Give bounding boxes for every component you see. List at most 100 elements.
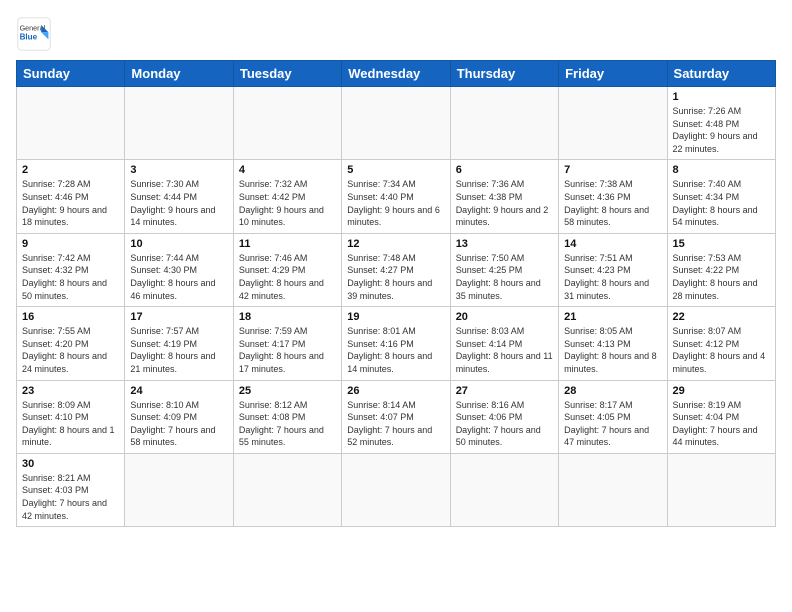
day-info: Sunrise: 8:01 AM Sunset: 4:16 PM Dayligh… — [347, 325, 444, 375]
calendar-week-row: 9 Sunrise: 7:42 AM Sunset: 4:32 PM Daylig… — [17, 233, 776, 306]
day-of-week-header: Thursday — [450, 61, 558, 87]
day-info: Sunrise: 7:38 AM Sunset: 4:36 PM Dayligh… — [564, 178, 661, 228]
calendar-cell: 6 Sunrise: 7:36 AM Sunset: 4:38 PM Daylig… — [450, 160, 558, 233]
calendar-cell: 22 Sunrise: 8:07 AM Sunset: 4:12 PM Dayli… — [667, 307, 775, 380]
calendar-week-row: 2 Sunrise: 7:28 AM Sunset: 4:46 PM Daylig… — [17, 160, 776, 233]
day-info: Sunrise: 7:28 AM Sunset: 4:46 PM Dayligh… — [22, 178, 119, 228]
calendar-cell: 17Sunrise: 7:57 AM Sunset: 4:19 PM Dayli… — [125, 307, 233, 380]
day-info: Sunrise: 7:42 AM Sunset: 4:32 PM Dayligh… — [22, 252, 119, 302]
day-info: Sunrise: 8:21 AM Sunset: 4:03 PM Dayligh… — [22, 472, 119, 522]
calendar-cell — [125, 453, 233, 526]
calendar-cell — [233, 453, 341, 526]
calendar-cell: 20 Sunrise: 8:03 AM Sunset: 4:14 PM Dayli… — [450, 307, 558, 380]
day-info: Sunrise: 7:36 AM Sunset: 4:38 PM Dayligh… — [456, 178, 553, 228]
calendar-cell — [342, 87, 450, 160]
calendar-cell: 9 Sunrise: 7:42 AM Sunset: 4:32 PM Daylig… — [17, 233, 125, 306]
day-info: Sunrise: 7:55 AM Sunset: 4:20 PM Dayligh… — [22, 325, 119, 375]
calendar-cell: 2 Sunrise: 7:28 AM Sunset: 4:46 PM Daylig… — [17, 160, 125, 233]
calendar-cell: 19Sunrise: 8:01 AM Sunset: 4:16 PM Dayli… — [342, 307, 450, 380]
calendar-week-row: 1 Sunrise: 7:26 AM Sunset: 4:48 PM Daylig… — [17, 87, 776, 160]
calendar-cell: 29Sunrise: 8:19 AM Sunset: 4:04 PM Dayli… — [667, 380, 775, 453]
calendar-cell: 27 Sunrise: 8:16 AM Sunset: 4:06 PM Dayli… — [450, 380, 558, 453]
day-info: Sunrise: 7:51 AM Sunset: 4:23 PM Dayligh… — [564, 252, 661, 302]
calendar-cell: 28 Sunrise: 8:17 AM Sunset: 4:05 PM Dayli… — [559, 380, 667, 453]
calendar-week-row: 16Sunrise: 7:55 AM Sunset: 4:20 PM Dayli… — [17, 307, 776, 380]
calendar-cell — [559, 453, 667, 526]
calendar-cell: 15Sunrise: 7:53 AM Sunset: 4:22 PM Dayli… — [667, 233, 775, 306]
calendar-cell: 4 Sunrise: 7:32 AM Sunset: 4:42 PM Daylig… — [233, 160, 341, 233]
day-number: 27 — [456, 385, 553, 397]
day-number: 12 — [347, 238, 444, 250]
day-number: 4 — [239, 164, 336, 176]
day-info: Sunrise: 7:48 AM Sunset: 4:27 PM Dayligh… — [347, 252, 444, 302]
day-info: Sunrise: 7:32 AM Sunset: 4:42 PM Dayligh… — [239, 178, 336, 228]
day-info: Sunrise: 8:07 AM Sunset: 4:12 PM Dayligh… — [673, 325, 770, 375]
day-of-week-header: Saturday — [667, 61, 775, 87]
calendar-cell: 26 Sunrise: 8:14 AM Sunset: 4:07 PM Dayli… — [342, 380, 450, 453]
day-info: Sunrise: 7:59 AM Sunset: 4:17 PM Dayligh… — [239, 325, 336, 375]
calendar-cell — [125, 87, 233, 160]
calendar-cell: 12 Sunrise: 7:48 AM Sunset: 4:27 PM Dayli… — [342, 233, 450, 306]
calendar-cell — [233, 87, 341, 160]
day-number: 17 — [130, 311, 227, 323]
calendar-cell: 18 Sunrise: 7:59 AM Sunset: 4:17 PM Dayli… — [233, 307, 341, 380]
day-number: 23 — [22, 385, 119, 397]
day-of-week-header: Sunday — [17, 61, 125, 87]
day-info: Sunrise: 7:50 AM Sunset: 4:25 PM Dayligh… — [456, 252, 553, 302]
day-of-week-header: Monday — [125, 61, 233, 87]
logo: General Blue — [16, 16, 56, 52]
day-number: 20 — [456, 311, 553, 323]
day-number: 26 — [347, 385, 444, 397]
day-number: 6 — [456, 164, 553, 176]
day-number: 29 — [673, 385, 770, 397]
day-number: 9 — [22, 238, 119, 250]
calendar-cell: 23 Sunrise: 8:09 AM Sunset: 4:10 PM Dayli… — [17, 380, 125, 453]
svg-text:Blue: Blue — [20, 32, 38, 41]
day-info: Sunrise: 8:12 AM Sunset: 4:08 PM Dayligh… — [239, 399, 336, 449]
day-info: Sunrise: 7:44 AM Sunset: 4:30 PM Dayligh… — [130, 252, 227, 302]
page-header: General Blue — [16, 16, 776, 52]
day-number: 30 — [22, 458, 119, 470]
day-info: Sunrise: 7:30 AM Sunset: 4:44 PM Dayligh… — [130, 178, 227, 228]
calendar-cell: 21 Sunrise: 8:05 AM Sunset: 4:13 PM Dayli… — [559, 307, 667, 380]
day-of-week-header: Wednesday — [342, 61, 450, 87]
day-info: Sunrise: 8:05 AM Sunset: 4:13 PM Dayligh… — [564, 325, 661, 375]
calendar-cell — [342, 453, 450, 526]
day-number: 2 — [22, 164, 119, 176]
day-info: Sunrise: 7:26 AM Sunset: 4:48 PM Dayligh… — [673, 105, 770, 155]
day-number: 3 — [130, 164, 227, 176]
day-info: Sunrise: 8:17 AM Sunset: 4:05 PM Dayligh… — [564, 399, 661, 449]
day-of-week-header: Friday — [559, 61, 667, 87]
calendar-cell — [450, 87, 558, 160]
day-number: 11 — [239, 238, 336, 250]
day-number: 8 — [673, 164, 770, 176]
day-info: Sunrise: 8:03 AM Sunset: 4:14 PM Dayligh… — [456, 325, 553, 375]
day-info: Sunrise: 7:53 AM Sunset: 4:22 PM Dayligh… — [673, 252, 770, 302]
day-number: 18 — [239, 311, 336, 323]
day-info: Sunrise: 8:16 AM Sunset: 4:06 PM Dayligh… — [456, 399, 553, 449]
calendar-cell: 1 Sunrise: 7:26 AM Sunset: 4:48 PM Daylig… — [667, 87, 775, 160]
day-number: 28 — [564, 385, 661, 397]
calendar-cell: 7Sunrise: 7:38 AM Sunset: 4:36 PM Daylig… — [559, 160, 667, 233]
day-info: Sunrise: 8:09 AM Sunset: 4:10 PM Dayligh… — [22, 399, 119, 449]
calendar-cell: 3 Sunrise: 7:30 AM Sunset: 4:44 PM Daylig… — [125, 160, 233, 233]
day-number: 21 — [564, 311, 661, 323]
day-info: Sunrise: 8:14 AM Sunset: 4:07 PM Dayligh… — [347, 399, 444, 449]
day-number: 22 — [673, 311, 770, 323]
calendar-cell — [450, 453, 558, 526]
day-number: 24 — [130, 385, 227, 397]
day-number: 1 — [673, 91, 770, 103]
calendar-table: SundayMondayTuesdayWednesdayThursdayFrid… — [16, 60, 776, 527]
day-number: 13 — [456, 238, 553, 250]
calendar-cell: 5Sunrise: 7:34 AM Sunset: 4:40 PM Daylig… — [342, 160, 450, 233]
day-info: Sunrise: 7:34 AM Sunset: 4:40 PM Dayligh… — [347, 178, 444, 228]
calendar-cell — [17, 87, 125, 160]
day-number: 14 — [564, 238, 661, 250]
day-info: Sunrise: 7:46 AM Sunset: 4:29 PM Dayligh… — [239, 252, 336, 302]
calendar-cell: 11 Sunrise: 7:46 AM Sunset: 4:29 PM Dayli… — [233, 233, 341, 306]
calendar-cell: 14 Sunrise: 7:51 AM Sunset: 4:23 PM Dayli… — [559, 233, 667, 306]
calendar-header-row: SundayMondayTuesdayWednesdayThursdayFrid… — [17, 61, 776, 87]
calendar-cell: 16Sunrise: 7:55 AM Sunset: 4:20 PM Dayli… — [17, 307, 125, 380]
day-info: Sunrise: 8:10 AM Sunset: 4:09 PM Dayligh… — [130, 399, 227, 449]
day-info: Sunrise: 7:40 AM Sunset: 4:34 PM Dayligh… — [673, 178, 770, 228]
